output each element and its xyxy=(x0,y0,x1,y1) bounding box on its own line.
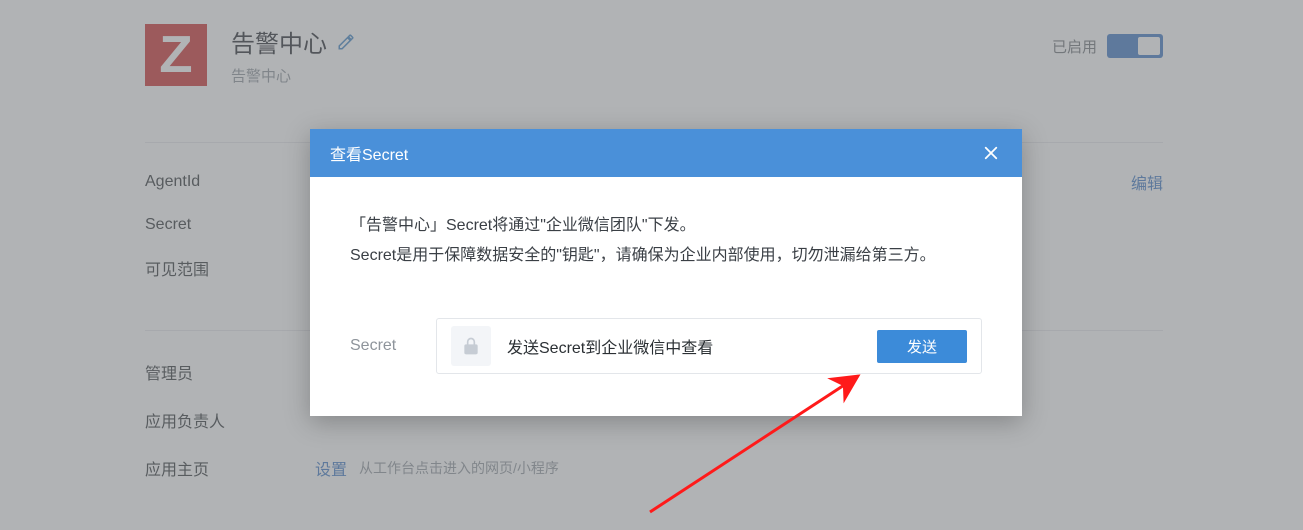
lock-icon xyxy=(451,326,491,366)
modal-secret-label: Secret xyxy=(350,337,436,355)
modal-title: 查看Secret xyxy=(330,141,408,165)
secret-message: 发送Secret到企业微信中查看 xyxy=(507,334,713,358)
close-icon[interactable] xyxy=(980,142,1002,164)
modal-text-line1: 「告警中心」Secret将通过"企业微信团队"下发。 xyxy=(350,211,982,241)
secret-box: 发送Secret到企业微信中查看 发送 xyxy=(436,318,982,374)
send-button[interactable]: 发送 xyxy=(877,330,967,363)
modal-text-line2: Secret是用于保障数据安全的"钥匙"，请确保为企业内部使用，切勿泄漏给第三方… xyxy=(350,241,982,271)
view-secret-modal: 查看Secret 「告警中心」Secret将通过"企业微信团队"下发。 Secr… xyxy=(310,129,1022,416)
